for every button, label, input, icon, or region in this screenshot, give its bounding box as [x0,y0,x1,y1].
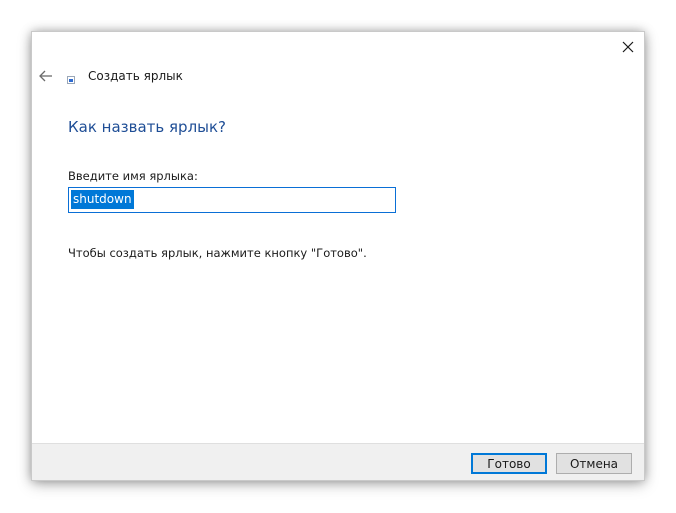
desktop-background: Создать ярлык Как назвать ярлык? Введите… [0,0,676,513]
shortcut-name-input[interactable]: shutdown [68,187,396,213]
dialog-footer: Готово Отмена [32,443,644,480]
cancel-button[interactable]: Отмена [556,453,632,474]
finish-hint-text: Чтобы создать ярлык, нажмите кнопку "Гот… [68,246,367,260]
back-button[interactable] [36,66,56,86]
close-icon [622,41,634,53]
close-button[interactable] [612,32,644,62]
shortcut-name-selected-text: shutdown [71,190,134,209]
create-shortcut-dialog: Создать ярлык Как назвать ярлык? Введите… [31,31,645,481]
wizard-title: Создать ярлык [88,69,183,83]
shortcut-wizard-icon [67,76,75,84]
finish-button[interactable]: Готово [471,453,547,474]
page-heading: Как назвать ярлык? [68,118,227,136]
shortcut-name-label: Введите имя ярлыка: [68,169,198,183]
back-arrow-icon [39,70,52,82]
